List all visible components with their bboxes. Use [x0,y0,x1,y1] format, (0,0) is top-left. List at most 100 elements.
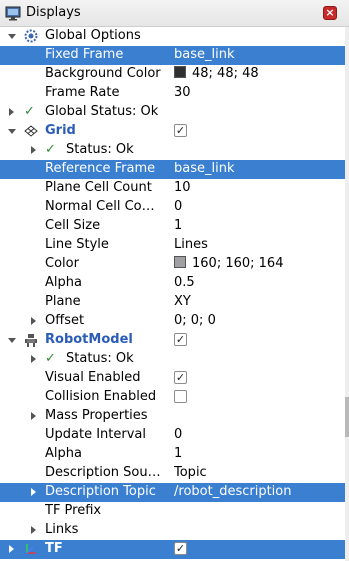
robot-model-enabled-checkbox[interactable] [174,333,187,346]
property-update-interval[interactable]: Update Interval 0 [0,426,345,445]
property-label: Line Style [45,237,109,252]
property-tf-prefix[interactable]: TF Prefix [0,502,345,521]
scrollbar-thumb[interactable] [345,397,349,437]
line-style-value[interactable]: Lines [174,237,208,252]
property-label: Alpha [45,446,82,461]
color-swatch [174,256,186,268]
tree-item-grid-status[interactable]: ✓ Status: Ok [0,141,345,160]
property-reference-frame[interactable]: Reference Frame base_link [0,160,345,179]
expand-arrow-icon[interactable] [31,526,36,534]
update-interval-value[interactable]: 0 [174,427,182,442]
tree-item-label: Status: Ok [66,351,134,366]
property-plane-cell-count[interactable]: Plane Cell Count 10 [0,179,345,198]
property-robot-alpha[interactable]: Alpha 1 [0,445,345,464]
expand-arrow-icon[interactable] [9,545,14,553]
tree-item-global-options[interactable]: Global Options [0,27,345,46]
grid-color-value[interactable]: 160; 160; 164 [174,256,283,271]
tree-item-label: Global Status: Ok [45,104,159,119]
expand-arrow-icon[interactable] [31,355,36,363]
property-normal-cell-count[interactable]: Normal Cell Co… 0 [0,198,345,217]
property-alpha[interactable]: Alpha 0.5 [0,274,345,293]
expand-arrow-icon[interactable] [31,412,36,420]
property-label: Background Color [45,66,161,81]
property-offset[interactable]: Offset 0; 0; 0 [0,312,345,331]
tf-enabled-checkbox[interactable] [174,542,187,555]
visual-enabled-checkbox[interactable] [174,371,187,384]
property-label: Cell Size [45,218,101,233]
panel-titlebar: Displays × [0,0,349,27]
tree-item-tf[interactable]: TF [0,540,345,559]
plane-cell-count-value[interactable]: 10 [174,180,191,195]
gear-icon [24,29,38,43]
display-tree: Global Options Fixed Frame base_link Bac… [0,27,345,559]
cell-size-value[interactable]: 1 [174,218,182,233]
property-label: Update Interval [45,427,146,442]
collapse-arrow-icon[interactable] [8,34,16,39]
property-collision-enabled[interactable]: Collision Enabled [0,388,345,407]
displays-panel: Displays × Global Options Fixed Frame ba… [0,0,349,561]
property-label: Plane Cell Count [45,180,152,195]
color-swatch [174,66,186,78]
monitor-icon [5,6,21,21]
close-panel-button[interactable]: × [323,6,337,20]
grid-alpha-value[interactable]: 0.5 [174,275,195,290]
property-label: Alpha [45,275,82,290]
expand-arrow-icon[interactable] [31,488,36,496]
property-description-source[interactable]: Description Sou… Topic [0,464,345,483]
grid-icon [24,125,38,137]
tree-item-grid[interactable]: Grid [0,122,345,141]
background-color-value[interactable]: 48; 48; 48 [174,66,259,81]
tree-item-label: TF [45,541,63,556]
description-topic-value[interactable]: /robot_description [174,484,291,499]
normal-cell-count-value[interactable]: 0 [174,199,182,214]
tree-item-robot-status[interactable]: ✓ Status: Ok [0,350,345,369]
tree-item-label: Grid [45,123,76,138]
property-label: Links [45,522,79,537]
expand-arrow-icon[interactable] [9,108,14,116]
property-fixed-frame[interactable]: Fixed Frame base_link [0,46,345,65]
collapse-arrow-icon[interactable] [8,129,16,134]
property-label: Plane [45,294,81,309]
expand-arrow-icon[interactable] [31,317,36,325]
property-label: Normal Cell Co… [45,199,155,214]
tree-item-label: Status: Ok [66,142,134,157]
property-background-color[interactable]: Background Color 48; 48; 48 [0,65,345,84]
property-label: Description Topic [45,484,156,499]
offset-value[interactable]: 0; 0; 0 [174,313,216,328]
checkmark-icon: ✓ [24,104,35,119]
property-description-topic[interactable]: Description Topic /robot_description [0,483,345,502]
property-links[interactable]: Links [0,521,345,540]
property-label: Visual Enabled [45,370,141,385]
property-label: Fixed Frame [45,47,124,62]
property-label: Reference Frame [45,161,156,176]
property-line-style[interactable]: Line Style Lines [0,236,345,255]
property-cell-size[interactable]: Cell Size 1 [0,217,345,236]
property-label: TF Prefix [45,503,102,518]
property-label: Color [45,256,79,271]
plane-value[interactable]: XY [174,294,191,309]
description-source-value[interactable]: Topic [174,465,207,480]
tree-item-label: Global Options [45,28,141,43]
checkmark-icon: ✓ [45,351,56,366]
property-frame-rate[interactable]: Frame Rate 30 [0,84,345,103]
robot-alpha-value[interactable]: 1 [174,446,182,461]
tree-item-robot-model[interactable]: RobotModel [0,331,345,350]
property-visual-enabled[interactable]: Visual Enabled [0,369,345,388]
tree-item-global-status[interactable]: ✓ Global Status: Ok [0,103,345,122]
property-mass-properties[interactable]: Mass Properties [0,407,345,426]
vertical-scrollbar[interactable] [345,27,349,561]
property-label: Mass Properties [45,408,148,423]
reference-frame-value[interactable]: base_link [174,161,234,176]
collapse-arrow-icon[interactable] [8,338,16,343]
panel-title: Displays [26,5,81,20]
property-plane[interactable]: Plane XY [0,293,345,312]
frame-rate-value[interactable]: 30 [174,85,191,100]
property-label: Offset [45,313,85,328]
property-label: Description Sou… [45,465,161,480]
axes-icon [26,544,36,554]
property-color[interactable]: Color 160; 160; 164 [0,255,345,274]
expand-arrow-icon[interactable] [31,146,36,154]
collision-enabled-checkbox[interactable] [174,390,187,403]
fixed-frame-value[interactable]: base_link [174,47,234,62]
grid-enabled-checkbox[interactable] [174,124,187,137]
